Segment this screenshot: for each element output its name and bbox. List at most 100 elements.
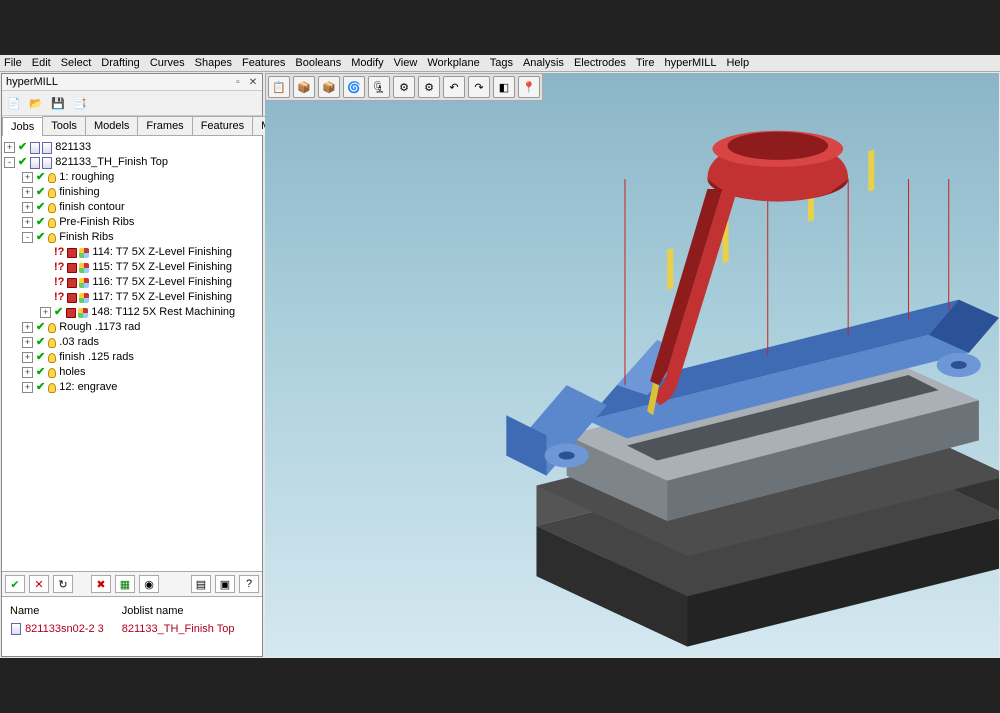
expander-icon[interactable]: +: [22, 202, 33, 213]
tree-row[interactable]: +✔finishing: [4, 185, 260, 200]
tab-models[interactable]: Models: [85, 116, 138, 135]
expander-icon[interactable]: +: [22, 382, 33, 393]
tab-tools[interactable]: Tools: [42, 116, 86, 135]
tree-row[interactable]: +✔12: engrave: [4, 380, 260, 395]
menu-hypermill[interactable]: hyperMILL: [664, 57, 716, 69]
expander-icon[interactable]: +: [22, 172, 33, 183]
menu-booleans[interactable]: Booleans: [295, 57, 341, 69]
tree-row[interactable]: +✔holes: [4, 365, 260, 380]
vp-tool-spiral-3[interactable]: 🌀: [343, 76, 365, 98]
menu-electrodes[interactable]: Electrodes: [574, 57, 626, 69]
tb-save-icon[interactable]: 💾: [48, 93, 68, 113]
scene-render: [265, 73, 999, 657]
bulb-icon: [48, 188, 56, 198]
tree-row[interactable]: -✔821133_TH_Finish Top: [4, 155, 260, 170]
menu-modify[interactable]: Modify: [351, 57, 383, 69]
tree-row[interactable]: +✔finish contour: [4, 200, 260, 215]
tree-row[interactable]: +✔.03 rads: [4, 335, 260, 350]
tree-label: 821133_TH_Finish Top: [55, 155, 168, 170]
expander-icon[interactable]: +: [22, 322, 33, 333]
vp-tool-cube-9[interactable]: ◧: [493, 76, 515, 98]
status-mark: ✔: [36, 335, 45, 350]
btn-calc-icon[interactable]: ▦: [115, 575, 135, 593]
vp-tool-undo-7[interactable]: ↶: [443, 76, 465, 98]
tree-label: finishing: [59, 185, 99, 200]
vp-tool-gear-5[interactable]: ⚙: [393, 76, 415, 98]
menu-edit[interactable]: Edit: [32, 57, 51, 69]
tb-saveall-icon[interactable]: 📑: [70, 93, 90, 113]
btn-export-icon[interactable]: ▣: [215, 575, 235, 593]
menu-workplane[interactable]: Workplane: [427, 57, 479, 69]
menu-drafting[interactable]: Drafting: [101, 57, 140, 69]
expander-icon[interactable]: -: [22, 232, 33, 243]
expander-icon[interactable]: +: [22, 337, 33, 348]
bulb-icon: [48, 368, 56, 378]
tree-row[interactable]: +✔148: T112 5X Rest Machining: [4, 305, 260, 320]
btn-cross-icon[interactable]: ✕: [29, 575, 49, 593]
vp-tool-redo-8[interactable]: ↷: [468, 76, 490, 98]
vp-tool-box-2[interactable]: 📦: [318, 76, 340, 98]
btn-sim-icon[interactable]: ◉: [139, 575, 159, 593]
expander-icon[interactable]: +: [22, 217, 33, 228]
tree-row[interactable]: +✔1: roughing: [4, 170, 260, 185]
expander-icon: [40, 262, 51, 273]
tree-row[interactable]: !?114: T7 5X Z-Level Finishing: [4, 245, 260, 260]
menu-shapes[interactable]: Shapes: [195, 57, 232, 69]
vp-tool-box-1[interactable]: 📦: [293, 76, 315, 98]
panel-titlebar[interactable]: hyperMILL ▫ ✕: [2, 74, 262, 91]
expander-icon[interactable]: +: [22, 187, 33, 198]
status-mark: ✔: [54, 305, 63, 320]
expander-icon[interactable]: +: [4, 142, 15, 153]
status-mark: ✔: [36, 365, 45, 380]
tab-features[interactable]: Features: [192, 116, 253, 135]
bulb-icon: [48, 173, 56, 183]
tree-row[interactable]: +✔Pre-Finish Ribs: [4, 215, 260, 230]
vp-tool-paste-0[interactable]: 📋: [268, 76, 290, 98]
menu-help[interactable]: Help: [726, 57, 749, 69]
btn-check-icon[interactable]: ✔: [5, 575, 25, 593]
menu-features[interactable]: Features: [242, 57, 285, 69]
doc-icon: [30, 142, 40, 154]
tree-row[interactable]: +✔Rough .1173 rad: [4, 320, 260, 335]
vp-tool-pin-10[interactable]: 📍: [518, 76, 540, 98]
tab-frames[interactable]: Frames: [137, 116, 192, 135]
menu-analysis[interactable]: Analysis: [523, 57, 564, 69]
tab-jobs[interactable]: Jobs: [2, 117, 43, 136]
panel-close-icon[interactable]: ✕: [248, 78, 258, 88]
bulb-icon: [48, 233, 56, 243]
tree-row[interactable]: !?115: T7 5X Z-Level Finishing: [4, 260, 260, 275]
status-mark: !?: [54, 275, 64, 290]
expander-icon[interactable]: +: [40, 307, 51, 318]
btn-reload-icon[interactable]: ↻: [53, 575, 73, 593]
vp-tool-clamp-4[interactable]: 🗜: [368, 76, 390, 98]
menu-tire[interactable]: Tire: [636, 57, 655, 69]
bulb-icon: [48, 218, 56, 228]
menu-file[interactable]: File: [4, 57, 22, 69]
expander-icon[interactable]: -: [4, 157, 15, 168]
menu-select[interactable]: Select: [61, 57, 92, 69]
tree-label: 114: T7 5X Z-Level Finishing: [92, 245, 232, 260]
tree-label: Rough .1173 rad: [59, 320, 140, 335]
vp-tool-gear-6[interactable]: ⚙: [418, 76, 440, 98]
btn-help-icon[interactable]: ?: [239, 575, 259, 593]
tree-row[interactable]: +✔finish .125 rads: [4, 350, 260, 365]
tree-row[interactable]: !?117: T7 5X Z-Level Finishing: [4, 290, 260, 305]
tree-row[interactable]: +✔821133: [4, 140, 260, 155]
btn-delete-icon[interactable]: ✖: [91, 575, 111, 593]
expander-icon[interactable]: +: [22, 367, 33, 378]
tree-row[interactable]: -✔Finish Ribs: [4, 230, 260, 245]
3d-viewport[interactable]: 📋📦📦🌀🗜⚙⚙↶↷◧📍: [265, 73, 999, 657]
menu-tags[interactable]: Tags: [490, 57, 513, 69]
tb-new-icon[interactable]: 📄: [4, 93, 24, 113]
panel-pin-icon[interactable]: ▫: [233, 78, 243, 88]
red-icon: [67, 248, 77, 258]
tree-row[interactable]: !?116: T7 5X Z-Level Finishing: [4, 275, 260, 290]
job-tree[interactable]: +✔821133-✔821133_TH_Finish Top+✔1: rough…: [2, 136, 262, 571]
btn-report-icon[interactable]: ▤: [191, 575, 211, 593]
menu-view[interactable]: View: [394, 57, 418, 69]
expander-icon[interactable]: +: [22, 352, 33, 363]
menu-curves[interactable]: Curves: [150, 57, 185, 69]
3d-canvas[interactable]: [265, 73, 999, 657]
bulb-icon: [48, 203, 56, 213]
tb-open-icon[interactable]: 📂: [26, 93, 46, 113]
